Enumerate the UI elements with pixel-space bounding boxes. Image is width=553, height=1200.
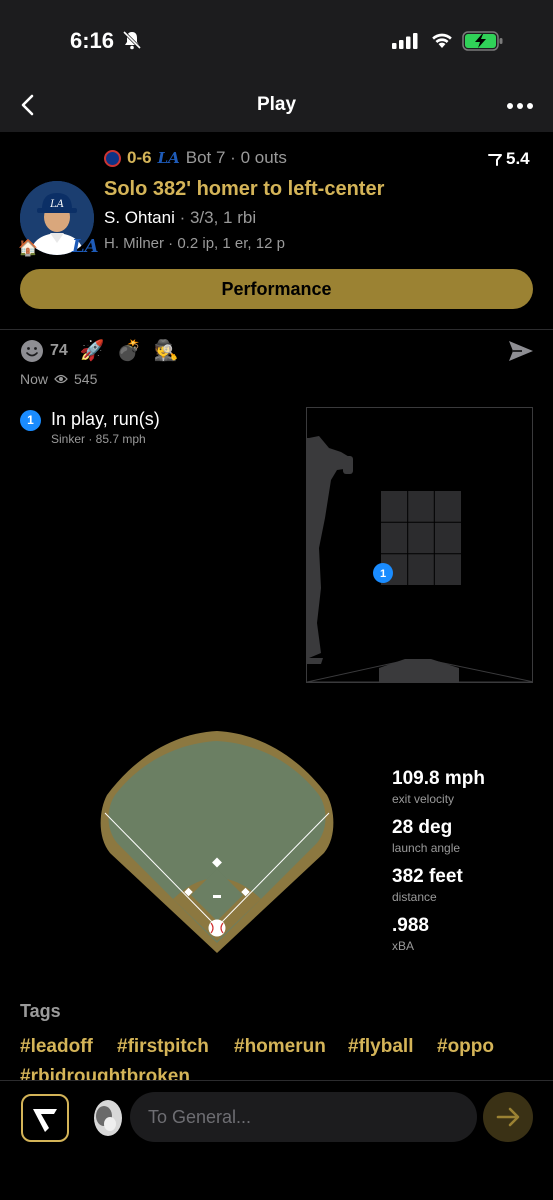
status-bar: 6:16 — [0, 0, 553, 80]
stat-label: xBA — [392, 939, 415, 953]
stat-value: 109.8 mph — [392, 768, 485, 789]
batter-name: S. Ohtani — [104, 208, 175, 227]
home-plate — [307, 659, 532, 682]
tag-firstpitch[interactable]: #firstpitch — [117, 1036, 209, 1058]
trend-score[interactable]: 5.4 — [488, 149, 530, 169]
view-count: 545 — [74, 371, 98, 387]
game-inning: Bot 7 · 0 outs — [185, 148, 287, 167]
game-score-line[interactable]: 0-6 LA Bot 7 · 0 outs — [104, 148, 287, 168]
cubs-logo-icon — [104, 149, 121, 167]
performance-button[interactable]: Performance — [20, 269, 533, 309]
stat-label: exit velocity — [392, 792, 455, 806]
wifi-icon — [432, 33, 452, 48]
stat-label: distance — [392, 890, 437, 904]
spray-chart-field — [100, 731, 334, 953]
tag-oppo[interactable]: #oppo — [437, 1036, 494, 1058]
signal-icon — [392, 33, 418, 49]
dodgers-logo-icon: LA — [157, 149, 180, 167]
tag-homerun[interactable]: #homerun — [234, 1036, 326, 1058]
batter-stats: · 3/3, 1 rbi — [174, 208, 257, 227]
arrow-right-icon — [496, 1107, 520, 1127]
batter-silhouette-icon — [307, 436, 353, 664]
svg-text:LA: LA — [49, 199, 64, 210]
stat-xba: .988 xBA — [392, 915, 429, 953]
pitch-marker: 1 — [373, 563, 393, 583]
trend-value: 5.4 — [506, 149, 530, 168]
pitch-detail: Sinker · 85.7 mph — [51, 432, 146, 446]
stat-value: 28 deg — [392, 817, 453, 838]
play-headline: Solo 382' homer to left-center — [104, 178, 385, 200]
stat-exit-velocity: 109.8 mph exit velocity — [392, 768, 485, 806]
batter-line[interactable]: S. Ohtani · 3/3, 1 rbi — [104, 208, 256, 228]
tag-flyball[interactable]: #flyball — [348, 1036, 413, 1058]
stat-launch-angle: 28 deg launch angle — [392, 817, 460, 855]
app-logo-button[interactable] — [21, 1094, 69, 1142]
bell-slash-icon — [122, 30, 142, 50]
tags-title: Tags — [20, 1001, 61, 1021]
post-meta: Now 545 — [20, 371, 97, 387]
battery-charging-icon — [462, 31, 503, 51]
stat-value: 382 feet — [392, 866, 463, 887]
nav-bar: Play — [0, 80, 553, 132]
svg-text:1: 1 — [380, 568, 386, 580]
game-score: 0-6 — [127, 148, 152, 167]
pitch-result: In play, run(s) — [51, 409, 160, 429]
eye-icon — [54, 374, 68, 384]
share-send-icon[interactable] — [508, 340, 534, 362]
spy-icon[interactable]: 🕵 — [154, 338, 179, 363]
stat-distance: 382 feet distance — [392, 866, 463, 904]
team-badge: LA — [72, 236, 99, 257]
reaction-count: 74 — [50, 341, 68, 359]
stat-label: launch angle — [392, 841, 461, 855]
pitcher-line[interactable]: H. Milner · 0.2 ip, 1 er, 12 p — [104, 235, 285, 252]
more-icon[interactable] — [505, 94, 535, 118]
chat-input[interactable] — [130, 1092, 477, 1142]
post-time: Now — [20, 371, 49, 387]
home-icon: 🏠 — [18, 240, 38, 257]
smiley-icon[interactable] — [20, 339, 44, 363]
stat-value: .988 — [392, 915, 429, 936]
bomb-icon[interactable]: 💣 — [117, 338, 142, 363]
user-avatar[interactable] — [88, 1096, 124, 1140]
trend-icon — [488, 154, 502, 166]
reactions-bar: 74 🚀 💣 🕵 — [20, 338, 179, 363]
tag-leadoff[interactable]: #leadoff — [20, 1036, 93, 1058]
divider — [0, 329, 553, 330]
pitch-number-badge: 1 — [20, 410, 41, 431]
page-title: Play — [256, 94, 297, 115]
strike-zone-panel: 1 — [306, 407, 533, 683]
strike-zone-grid — [381, 491, 461, 585]
send-message-button[interactable] — [483, 1092, 533, 1142]
rocket-icon[interactable]: 🚀 — [80, 338, 105, 363]
status-time: 6:16 — [70, 28, 115, 53]
